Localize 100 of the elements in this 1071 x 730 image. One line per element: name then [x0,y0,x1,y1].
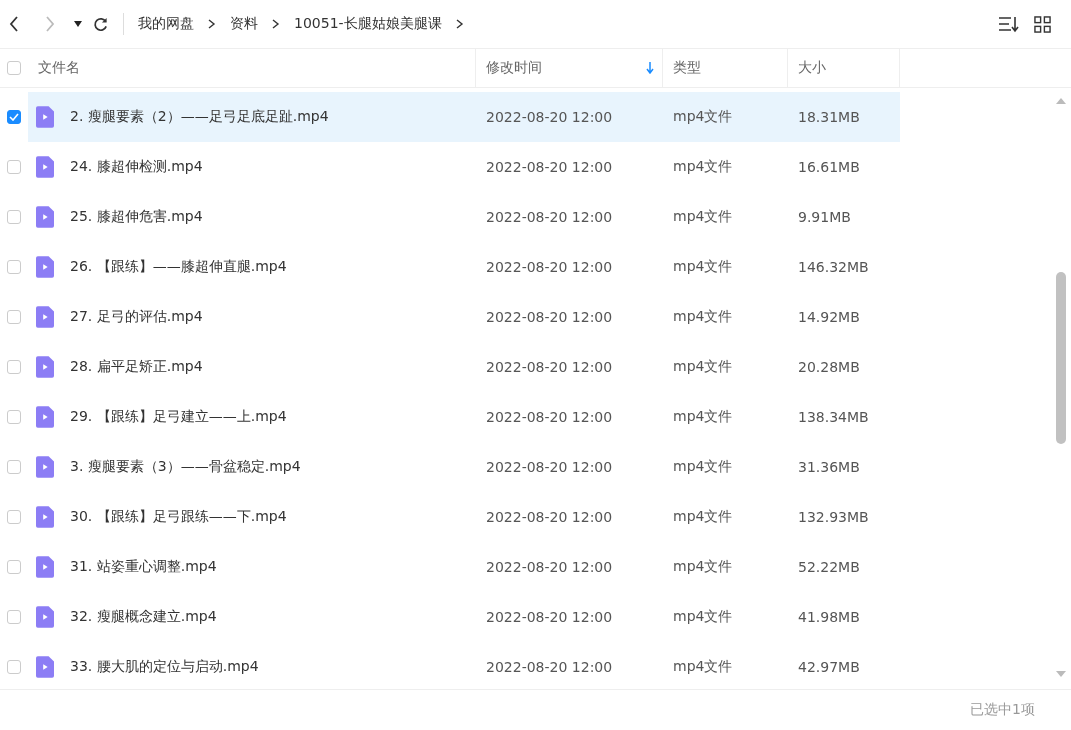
breadcrumb-item[interactable]: 我的网盘 [138,15,194,33]
row-checkbox[interactable] [7,660,21,674]
file-row[interactable]: 33. 腰大肌的定位与启动.mp4 2022-08-20 12:00 mp4文件 42.97MB [28,642,900,692]
file-size: 132.93MB [798,509,869,525]
file-row[interactable]: 32. 瘦腿概念建立.mp4 2022-08-20 12:00 mp4文件 41.98MB [28,592,900,642]
file-size: 138.34MB [798,409,869,425]
column-header[interactable]: 类型 [663,49,788,87]
breadcrumb-item[interactable]: 10051-长腿姑娘美腿课 [294,15,442,33]
row-checkbox[interactable] [7,460,21,474]
file-type: mp4文件 [673,108,733,126]
file-size: 31.36MB [798,459,860,475]
modified-time: 2022-08-20 12:00 [486,509,613,525]
row-checkbox[interactable] [7,560,21,574]
file-name: 33. 腰大肌的定位与启动.mp4 [70,658,259,676]
row-checkbox[interactable] [7,210,21,224]
file-name: 27. 足弓的评估.mp4 [70,308,203,326]
sort-icon[interactable] [998,15,1020,33]
file-row[interactable]: 25. 膝超伸危害.mp4 2022-08-20 12:00 mp4文件 9.91MB [28,192,900,242]
file-size: 20.28MB [798,359,860,375]
file-row[interactable]: 2. 瘦腿要素（2）——足弓足底足趾.mp4 2022-08-20 12:00 mp4文件 18.31MB [28,92,900,142]
breadcrumb-item[interactable]: 资料 [230,15,258,33]
file-size: 42.97MB [798,659,860,675]
video-file-icon [36,306,54,328]
file-row[interactable]: 24. 膝超伸检测.mp4 2022-08-20 12:00 mp4文件 16.61MB [28,142,900,192]
file-size: 41.98MB [798,609,860,625]
refresh-icon[interactable] [92,15,109,33]
file-name: 3. 瘦腿要素（3）——骨盆稳定.mp4 [70,458,301,476]
scrollbar-thumb[interactable] [1056,272,1066,444]
file-name: 2. 瘦腿要素（2）——足弓足底足趾.mp4 [70,108,329,126]
row-checkbox[interactable] [7,610,21,624]
file-type: mp4文件 [673,558,733,576]
scroll-down-arrow-icon[interactable] [1056,671,1066,677]
modified-time: 2022-08-20 12:00 [486,309,613,325]
file-name: 24. 膝超伸检测.mp4 [70,158,203,176]
select-all-checkbox[interactable] [7,61,21,75]
file-size: 52.22MB [798,559,860,575]
file-type: mp4文件 [673,158,733,176]
row-checkbox[interactable] [7,310,21,324]
file-row[interactable]: 31. 站姿重心调整.mp4 2022-08-20 12:00 mp4文件 52.22MB [28,542,900,592]
video-file-icon [36,356,54,378]
modified-time: 2022-08-20 12:00 [486,459,613,475]
video-file-icon [36,506,54,528]
row-checkbox[interactable] [7,160,21,174]
dropdown-caret-icon[interactable] [74,21,82,27]
video-file-icon [36,656,54,678]
file-type: mp4文件 [673,458,733,476]
file-name: 26. 【跟练】——膝超伸直腿.mp4 [70,258,287,276]
video-file-icon [36,106,54,128]
file-row[interactable]: 30. 【跟练】足弓跟练——下.mp4 2022-08-20 12:00 mp4文件 132.93MB [28,492,900,542]
file-row[interactable]: 29. 【跟练】足弓建立——上.mp4 2022-08-20 12:00 mp4文件 138.34MB [28,392,900,442]
file-size: 18.31MB [798,109,860,125]
scroll-up-arrow-icon[interactable] [1056,98,1066,104]
chevron-right-icon [455,19,464,29]
modified-time: 2022-08-20 12:00 [486,609,613,625]
file-type: mp4文件 [673,608,733,626]
file-size: 16.61MB [798,159,860,175]
forward-icon[interactable] [44,15,56,33]
file-name: 29. 【跟练】足弓建立——上.mp4 [70,408,287,426]
file-size: 146.32MB [798,259,869,275]
row-checkbox[interactable] [7,360,21,374]
file-name: 32. 瘦腿概念建立.mp4 [70,608,217,626]
modified-time: 2022-08-20 12:00 [486,409,613,425]
row-checkbox[interactable] [7,110,21,124]
back-icon[interactable] [8,15,20,33]
modified-time: 2022-08-20 12:00 [486,259,613,275]
file-type: mp4文件 [673,258,733,276]
modified-time: 2022-08-20 12:00 [486,559,613,575]
modified-time: 2022-08-20 12:00 [486,659,613,675]
chevron-right-icon [208,19,216,29]
video-file-icon [36,406,54,428]
file-row[interactable]: 26. 【跟练】——膝超伸直腿.mp4 2022-08-20 12:00 mp4文件 146.32MB [28,242,900,292]
file-type: mp4文件 [673,408,733,426]
file-type: mp4文件 [673,308,733,326]
column-header[interactable]: 文件名 [28,49,476,87]
video-file-icon [36,256,54,278]
file-row[interactable]: 3. 瘦腿要素（3）——骨盆稳定.mp4 2022-08-20 12:00 mp4文件 31.36MB [28,442,900,492]
file-row[interactable]: 27. 足弓的评估.mp4 2022-08-20 12:00 mp4文件 14.92MB [28,292,900,342]
modified-time: 2022-08-20 12:00 [486,159,613,175]
column-header[interactable]: 大小 [788,49,900,87]
file-row[interactable]: 28. 扁平足矫正.mp4 2022-08-20 12:00 mp4文件 20.28MB [28,342,900,392]
file-type: mp4文件 [673,508,733,526]
modified-time: 2022-08-20 12:00 [486,109,613,125]
file-name: 25. 膝超伸危害.mp4 [70,208,203,226]
column-header[interactable]: 修改时间 [476,49,663,87]
row-checkbox[interactable] [7,510,21,524]
file-size: 14.92MB [798,309,860,325]
file-size: 9.91MB [798,209,851,225]
grid-view-icon[interactable] [1034,15,1051,33]
file-type: mp4文件 [673,208,733,226]
video-file-icon [36,456,54,478]
modified-time: 2022-08-20 12:00 [486,359,613,375]
video-file-icon [36,606,54,628]
video-file-icon [36,156,54,178]
sort-down-arrow-icon [646,62,654,74]
row-checkbox[interactable] [7,410,21,424]
file-name: 28. 扁平足矫正.mp4 [70,358,203,376]
selection-status: 已选中1项 [970,701,1035,719]
row-checkbox[interactable] [7,260,21,274]
file-type: mp4文件 [673,658,733,676]
chevron-right-icon [272,19,280,29]
